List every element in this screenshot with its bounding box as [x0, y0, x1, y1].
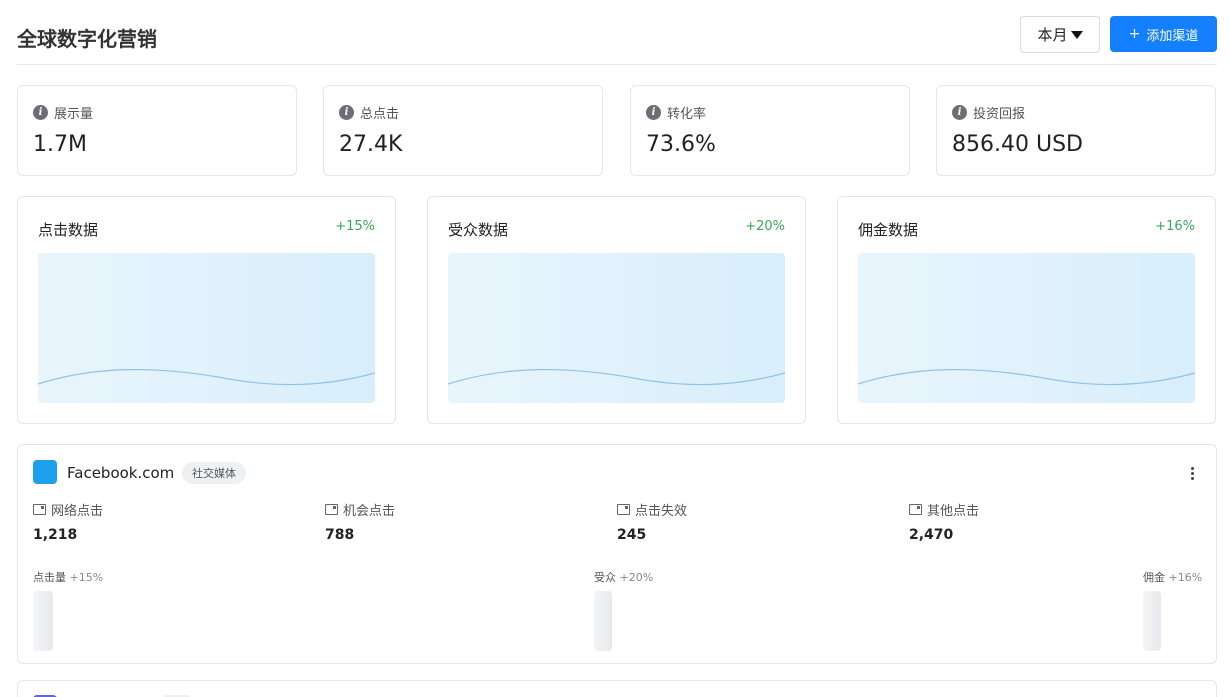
- mini-bar: [1143, 591, 1161, 651]
- chart-title: 佣金数据: [858, 221, 919, 239]
- stat-value: 1.7M: [33, 132, 87, 157]
- stat-value: 856.40 USD: [952, 132, 1083, 157]
- metric-label: 点击失效: [635, 504, 688, 519]
- chart-area: [858, 253, 1195, 403]
- add-channel-button[interactable]: + 添加渠道: [1110, 16, 1217, 52]
- metric-value: 1,218: [33, 527, 78, 543]
- bar-label: 点击量 +15%: [33, 571, 104, 584]
- more-vertical-icon[interactable]: [1182, 463, 1202, 483]
- stat-value: 27.4K: [339, 132, 403, 157]
- trend-line: [858, 368, 1195, 386]
- channel-tag: 社交媒体: [182, 462, 246, 484]
- bar-group-audience: 受众 +20%: [594, 569, 653, 651]
- chart-card-clicks: 点击数据 +15%: [17, 196, 396, 424]
- add-channel-label: 添加渠道: [1146, 28, 1199, 44]
- metric-invalid-clicks: 点击失效 245: [617, 500, 687, 543]
- mini-bar: [33, 591, 53, 651]
- stat-card-clicks: i 总点击 27.4K: [323, 85, 603, 176]
- stat-card-impressions: i 展示量 1.7M: [17, 85, 297, 176]
- metric-label: 机会点击: [343, 504, 396, 519]
- stat-label: 投资回报: [973, 107, 1026, 122]
- metric-value: 2,470: [909, 527, 954, 543]
- stat-card-conversion: i 转化率 73.6%: [630, 85, 910, 176]
- page-title: 全球数字化营销: [17, 27, 157, 51]
- caret-down-icon: [1070, 31, 1083, 39]
- trend-line: [38, 368, 375, 386]
- bar-group-clicks: 点击量 +15%: [33, 569, 103, 651]
- stat-label: 展示量: [54, 107, 94, 122]
- chart-card-audience: 受众数据 +20%: [427, 196, 806, 424]
- metric-web-clicks: 网络点击 1,218: [33, 500, 103, 543]
- metric-other-clicks: 其他点击 2,470: [909, 500, 979, 543]
- info-icon[interactable]: i: [646, 105, 661, 120]
- bar-label: 佣金 +16%: [1143, 571, 1203, 584]
- mini-bar: [594, 591, 612, 651]
- chart-title: 受众数据: [448, 221, 509, 239]
- window-icon: [325, 504, 338, 515]
- stat-value: 73.6%: [646, 132, 716, 157]
- window-icon: [617, 504, 630, 515]
- info-icon[interactable]: i: [339, 105, 354, 120]
- info-icon[interactable]: i: [33, 105, 48, 120]
- chart-change: +16%: [1155, 219, 1195, 234]
- period-select-value: 本月: [1037, 26, 1068, 44]
- bar-label: 受众 +20%: [594, 571, 654, 584]
- channel-card-second: [17, 680, 1217, 697]
- stat-card-roi: i 投资回报 856.40 USD: [936, 85, 1216, 176]
- chart-change: +20%: [745, 219, 785, 234]
- stat-label: 总点击: [360, 107, 400, 122]
- channel-card-facebook: Facebook.com 社交媒体 网络点击 1,218 机会点击 788 点击…: [17, 444, 1217, 664]
- window-icon: [33, 504, 46, 515]
- chart-card-commission: 佣金数据 +16%: [837, 196, 1216, 424]
- metric-opportunity-clicks: 机会点击 788: [325, 500, 395, 543]
- trend-line: [448, 368, 785, 386]
- facebook-logo: [33, 460, 57, 484]
- metric-label: 网络点击: [51, 504, 104, 519]
- metric-label: 其他点击: [927, 504, 980, 519]
- info-icon[interactable]: i: [952, 105, 967, 120]
- chart-title: 点击数据: [38, 221, 99, 239]
- chart-change: +15%: [335, 219, 375, 234]
- chart-area: [38, 253, 375, 403]
- chart-area: [448, 253, 785, 403]
- period-select[interactable]: 本月: [1020, 16, 1100, 53]
- plus-icon: +: [1128, 26, 1141, 42]
- metric-value: 788: [325, 527, 355, 543]
- channel-name[interactable]: Facebook.com: [67, 464, 174, 482]
- bar-group-commission: 佣金 +16%: [1143, 569, 1202, 651]
- page-header: 全球数字化营销 本月 + 添加渠道: [17, 16, 1217, 65]
- window-icon: [909, 504, 922, 515]
- stat-label: 转化率: [667, 107, 707, 122]
- metric-value: 245: [617, 527, 647, 543]
